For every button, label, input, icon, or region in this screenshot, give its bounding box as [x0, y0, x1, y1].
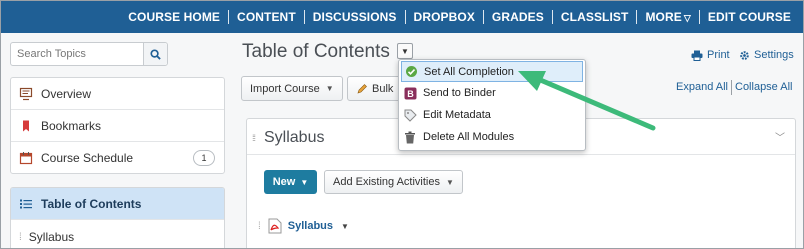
- menu-item-set-all-completion[interactable]: Set All Completion: [401, 61, 583, 82]
- settings-label: Settings: [754, 49, 794, 61]
- triangle-down-icon: ▼: [300, 177, 309, 187]
- count-badge: 1: [193, 150, 215, 166]
- drag-handle-icon[interactable]: ⁞⁞: [252, 133, 256, 143]
- collapse-all-link[interactable]: Collapse All: [735, 81, 792, 93]
- svg-text:B: B: [407, 89, 414, 99]
- syllabus-file-link[interactable]: Syllabus: [288, 220, 333, 232]
- menu-item-label: Delete All Modules: [423, 131, 515, 143]
- top-nav: COURSE HOME CONTENT DISCUSSIONS DROPBOX …: [1, 1, 803, 33]
- nav-divider: [636, 10, 638, 24]
- sidebar-item-bookmarks[interactable]: Bookmarks: [11, 110, 224, 142]
- nav-more[interactable]: MORE ▽: [637, 10, 698, 24]
- list-item: ⁞ Syllabus ▼: [258, 218, 349, 234]
- new-button[interactable]: New ▼: [264, 170, 317, 194]
- module-title: Syllabus: [264, 129, 325, 146]
- add-existing-activities-button[interactable]: Add Existing Activities ▼: [324, 170, 463, 194]
- menu-item-delete-all-modules[interactable]: Delete All Modules: [399, 126, 585, 148]
- printer-icon: [691, 50, 703, 61]
- nav-dropbox[interactable]: DROPBOX: [406, 10, 483, 24]
- menu-item-label: Edit Metadata: [423, 109, 491, 121]
- nav-grades[interactable]: GRADES: [484, 10, 552, 24]
- link-divider: [731, 80, 732, 95]
- import-course-button[interactable]: Import Course ▼: [241, 76, 343, 101]
- print-link[interactable]: Print: [691, 49, 730, 61]
- bookmark-icon: [19, 119, 33, 133]
- triangle-down-icon[interactable]: ▼: [341, 222, 349, 231]
- gear-icon: [740, 50, 749, 60]
- nav-divider: [482, 10, 484, 24]
- nav-divider: [228, 10, 230, 24]
- search-button[interactable]: [143, 43, 167, 65]
- nav-divider: [551, 10, 553, 24]
- calendar-icon: [19, 151, 33, 165]
- sidebar-item-label: Table of Contents: [41, 196, 142, 211]
- chevron-down-icon[interactable]: ﹀: [775, 129, 785, 144]
- sidebar-item-label: Course Schedule: [41, 151, 134, 165]
- sidebar-nav-box: Overview Bookmarks Course Schedule 1: [10, 77, 225, 174]
- drag-handle-icon[interactable]: ⁞: [19, 232, 22, 243]
- check-circle-icon: [404, 65, 418, 79]
- binder-icon: B: [403, 86, 417, 100]
- page-title: Table of Contents: [242, 41, 390, 62]
- print-label: Print: [707, 49, 730, 61]
- triangle-down-icon: ▼: [325, 84, 334, 93]
- search-icon: [150, 48, 161, 60]
- sidebar-item-overview[interactable]: Overview: [11, 78, 224, 110]
- add-existing-label: Add Existing Activities: [333, 176, 440, 188]
- import-course-label: Import Course: [250, 82, 320, 95]
- sidebar-item-course-schedule[interactable]: Course Schedule 1: [11, 142, 224, 174]
- trash-icon: [403, 130, 417, 144]
- drag-handle-icon[interactable]: ⁞: [258, 221, 261, 232]
- triangle-down-icon: ▽: [683, 13, 691, 23]
- nav-discussions[interactable]: DISCUSSIONS: [305, 10, 405, 24]
- expand-all-link[interactable]: Expand All: [676, 81, 728, 93]
- nav-content[interactable]: CONTENT: [229, 10, 304, 24]
- toc-box: Table of Contents ⁞ Syllabus: [10, 187, 225, 248]
- nav-divider: [303, 10, 305, 24]
- nav-edit-course[interactable]: EDIT COURSE: [700, 10, 799, 24]
- settings-link[interactable]: Settings: [739, 49, 794, 61]
- triangle-down-icon: ▼: [401, 46, 409, 56]
- list-icon: [19, 197, 33, 211]
- sidebar-item-label: Bookmarks: [41, 118, 102, 133]
- new-button-label: New: [272, 176, 296, 188]
- nav-divider: [698, 10, 700, 24]
- search-box: [10, 42, 168, 66]
- app-frame: COURSE HOME CONTENT DISCUSSIONS DROPBOX …: [0, 0, 804, 249]
- pencil-icon: [357, 83, 367, 93]
- menu-item-edit-metadata[interactable]: Edit Metadata: [399, 104, 585, 126]
- sidebar: Overview Bookmarks Course Schedule 1: [10, 41, 225, 248]
- search-input[interactable]: [11, 43, 143, 65]
- nav-course-home[interactable]: COURSE HOME: [120, 10, 228, 24]
- pdf-icon: [268, 218, 282, 234]
- sidebar-item-label: Overview: [41, 86, 92, 101]
- overview-icon: [19, 87, 33, 101]
- title-options-button[interactable]: ▼: [397, 43, 413, 59]
- tag-icon: [403, 108, 417, 122]
- menu-item-label: Set All Completion: [424, 65, 514, 78]
- nav-divider: [404, 10, 406, 24]
- bulk-edit-label: Bulk: [372, 82, 394, 95]
- sidebar-module-syllabus[interactable]: ⁞ Syllabus: [11, 220, 224, 248]
- nav-more-label: MORE: [645, 10, 682, 24]
- triangle-down-icon: ▼: [446, 177, 454, 187]
- sidebar-item-table-of-contents[interactable]: Table of Contents: [11, 188, 224, 220]
- menu-item-label: Send to Binder: [423, 87, 496, 99]
- sidebar-module-label: Syllabus: [28, 230, 75, 244]
- context-menu: Set All Completion B Send to Binder Edit…: [398, 59, 586, 151]
- nav-classlist[interactable]: CLASSLIST: [553, 10, 637, 24]
- menu-item-send-to-binder[interactable]: B Send to Binder: [399, 82, 585, 104]
